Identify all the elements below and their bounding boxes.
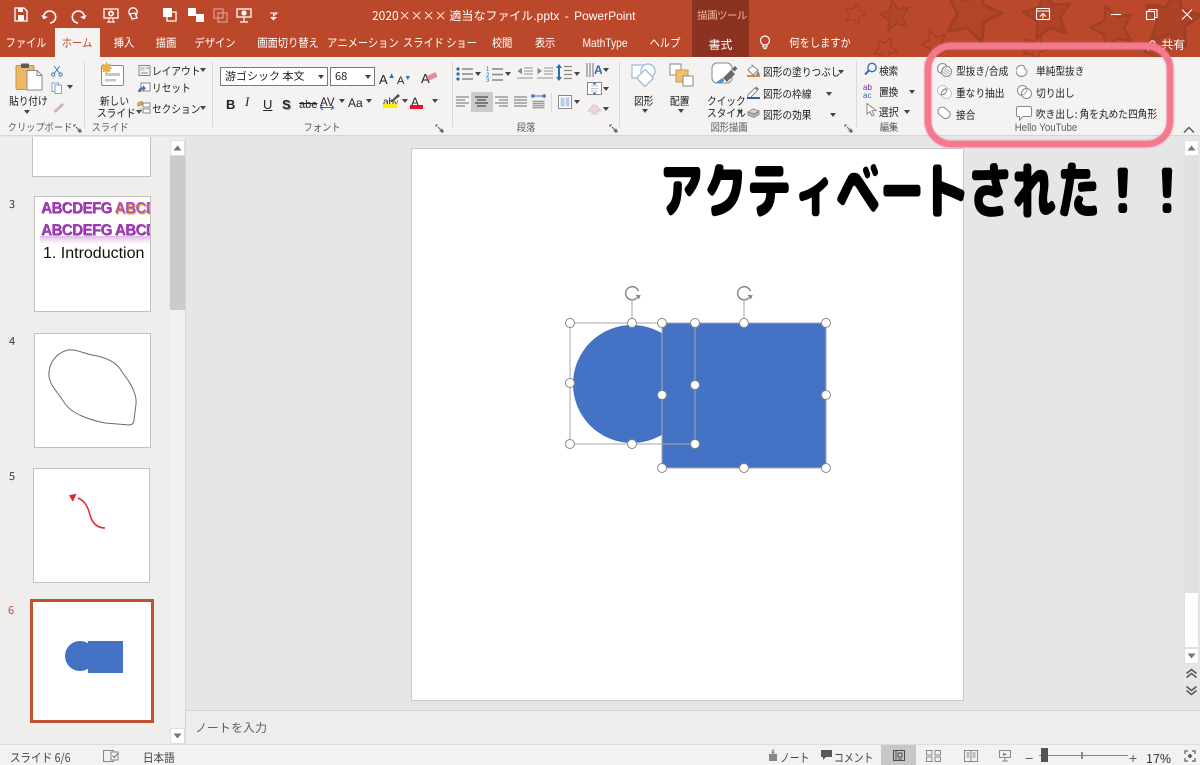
svg-text:ac: ac [863, 91, 871, 98]
svg-text:アクティベートされた！！: アクティベートされた！！ [659, 150, 1189, 225]
svg-text:A: A [594, 63, 602, 77]
svg-text:3: 3 [486, 78, 490, 82]
